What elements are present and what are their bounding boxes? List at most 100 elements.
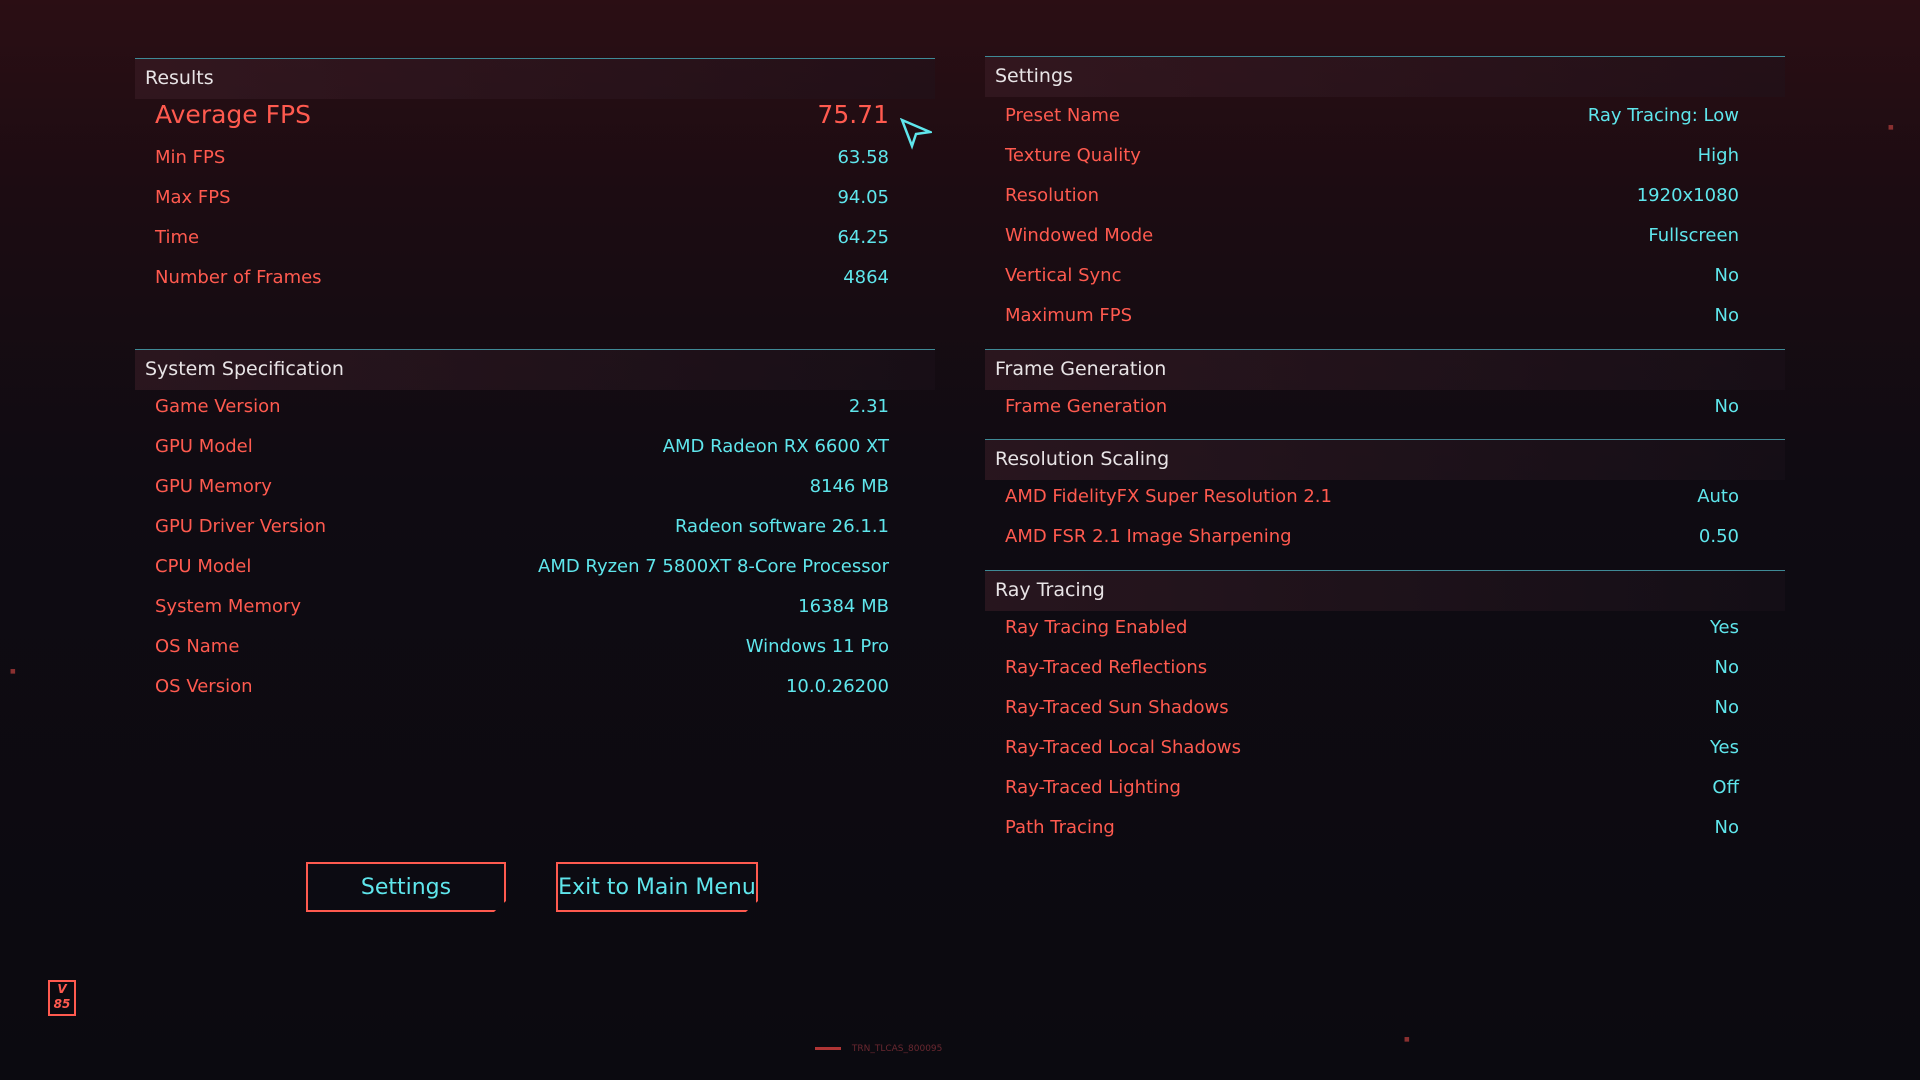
row-label: Frame Generation [1005, 396, 1168, 417]
row-value: Yes [1709, 617, 1739, 638]
row-value: 94.05 [837, 187, 889, 208]
row-label: Path Tracing [1005, 817, 1115, 838]
table-row: Vertical Sync No [1005, 262, 1739, 292]
ray-tracing-section: Ray Tracing Ray Tracing Enabled Yes Ray-… [985, 570, 1785, 860]
row-label: Min FPS [155, 147, 226, 168]
settings-button-label: Settings [360, 875, 452, 900]
row-label: Time [155, 227, 200, 248]
row-label: Windowed Mode [1005, 225, 1154, 246]
table-row: GPU Memory 8146 MB [155, 473, 889, 503]
table-row: Maximum FPS No [1005, 302, 1739, 332]
system-title: System Specification [145, 358, 344, 380]
left-column: Results Average FPS 75.71 Min FPS 63.58 … [135, 58, 935, 718]
table-row: System Memory 16384 MB [155, 593, 889, 623]
row-label: OS Name [155, 636, 240, 657]
table-row: AMD FidelityFX Super Resolution 2.1 Auto [1005, 483, 1739, 513]
row-label: Max FPS [155, 187, 231, 208]
table-row: OS Version 10.0.26200 [155, 673, 889, 703]
average-fps-value: 75.71 [817, 100, 889, 129]
row-value: 64.25 [837, 227, 889, 248]
row-value: No [1714, 697, 1739, 718]
resolution-scaling-header: Resolution Scaling [985, 439, 1785, 480]
average-fps-label: Average FPS [155, 100, 311, 129]
logo-text: V 85 [53, 982, 71, 1011]
row-value: 4864 [843, 267, 889, 288]
row-value: 63.58 [837, 147, 889, 168]
table-row: Preset Name Ray Tracing: Low [1005, 102, 1739, 132]
row-value: No [1714, 305, 1739, 326]
table-row: Ray-Traced Lighting Off [1005, 774, 1739, 804]
ray-tracing-title: Ray Tracing [995, 579, 1105, 601]
system-header: System Specification [135, 349, 935, 390]
row-value: Auto [1697, 486, 1739, 507]
right-column: Settings Preset Name Ray Tracing: Low Te… [985, 56, 1785, 856]
row-value: AMD Radeon RX 6600 XT [662, 436, 889, 457]
table-row: Windowed Mode Fullscreen [1005, 222, 1739, 252]
row-value: No [1714, 265, 1739, 286]
table-row: Ray-Traced Local Shadows Yes [1005, 734, 1739, 764]
row-value: 0.50 [1698, 526, 1739, 547]
decor-dot: ■ [1404, 1036, 1410, 1043]
row-label: GPU Driver Version [155, 516, 326, 537]
footer-code-text: TRN_TLCAS_800095 [851, 1044, 943, 1054]
row-label: Ray-Traced Sun Shadows [1005, 697, 1229, 718]
row-value: 10.0.26200 [785, 676, 889, 697]
results-section: Results Average FPS 75.71 Min FPS 63.58 … [135, 58, 935, 338]
row-label: Ray-Traced Local Shadows [1005, 737, 1241, 758]
settings-header: Settings [985, 56, 1785, 97]
row-value: Fullscreen [1648, 225, 1739, 246]
row-value: Windows 11 Pro [745, 636, 889, 657]
row-label: Texture Quality [1005, 145, 1141, 166]
row-label: Vertical Sync [1005, 265, 1122, 286]
table-row: Resolution 1920x1080 [1005, 182, 1739, 212]
row-value: 16384 MB [798, 596, 889, 617]
row-label: Ray Tracing Enabled [1005, 617, 1188, 638]
row-label: System Memory [155, 596, 302, 617]
exit-button-label: Exit to Main Menu [558, 875, 756, 900]
resolution-scaling-section: Resolution Scaling AMD FidelityFX Super … [985, 439, 1785, 569]
row-label: AMD FidelityFX Super Resolution 2.1 [1005, 486, 1332, 507]
row-value: AMD Ryzen 7 5800XT 8-Core Processor [538, 556, 889, 577]
row-value: No [1714, 657, 1739, 678]
table-row: Frame Generation No [1005, 393, 1739, 423]
ray-tracing-header: Ray Tracing [985, 570, 1785, 611]
row-value: No [1714, 396, 1739, 417]
row-value: 2.31 [848, 396, 889, 417]
frame-generation-title: Frame Generation [995, 358, 1167, 380]
row-label: Ray-Traced Reflections [1005, 657, 1208, 678]
results-title: Results [145, 67, 214, 89]
row-label: AMD FSR 2.1 Image Sharpening [1005, 526, 1292, 547]
decor-dot: ■ [1888, 124, 1894, 131]
table-row: GPU Model AMD Radeon RX 6600 XT [155, 433, 889, 463]
row-value: No [1714, 817, 1739, 838]
row-label: Ray-Traced Lighting [1005, 777, 1181, 798]
row-label: CPU Model [155, 556, 252, 577]
table-row: Game Version 2.31 [155, 393, 889, 423]
frames-row: Number of Frames 4864 [155, 264, 889, 294]
table-row: CPU Model AMD Ryzen 7 5800XT 8-Core Proc… [155, 553, 889, 583]
row-label: Maximum FPS [1005, 305, 1133, 326]
frame-generation-header: Frame Generation [985, 349, 1785, 390]
row-value: Radeon software 26.1.1 [674, 516, 889, 537]
version-logo: V 85 [48, 980, 76, 1016]
row-value: 1920x1080 [1636, 185, 1739, 206]
row-label: GPU Memory [155, 476, 272, 497]
exit-to-main-menu-button[interactable]: Exit to Main Menu [556, 862, 758, 912]
frame-generation-section: Frame Generation Frame Generation No [985, 349, 1785, 439]
row-value: High [1697, 145, 1739, 166]
table-row: Ray Tracing Enabled Yes [1005, 614, 1739, 644]
row-label: Resolution [1005, 185, 1100, 206]
table-row: Ray-Traced Sun Shadows No [1005, 694, 1739, 724]
settings-button[interactable]: Settings [306, 862, 506, 912]
table-row: Ray-Traced Reflections No [1005, 654, 1739, 684]
row-value: Yes [1709, 737, 1739, 758]
row-label: Number of Frames [155, 267, 322, 288]
average-fps-row: Average FPS 75.71 [155, 100, 889, 132]
row-label: OS Version [155, 676, 253, 697]
pointer-cursor-icon [900, 118, 932, 150]
system-section: System Specification Game Version 2.31 G… [135, 349, 935, 709]
row-value: 8146 MB [809, 476, 889, 497]
min-fps-row: Min FPS 63.58 [155, 144, 889, 174]
table-row: Texture Quality High [1005, 142, 1739, 172]
decor-dot: ■ [10, 668, 16, 675]
